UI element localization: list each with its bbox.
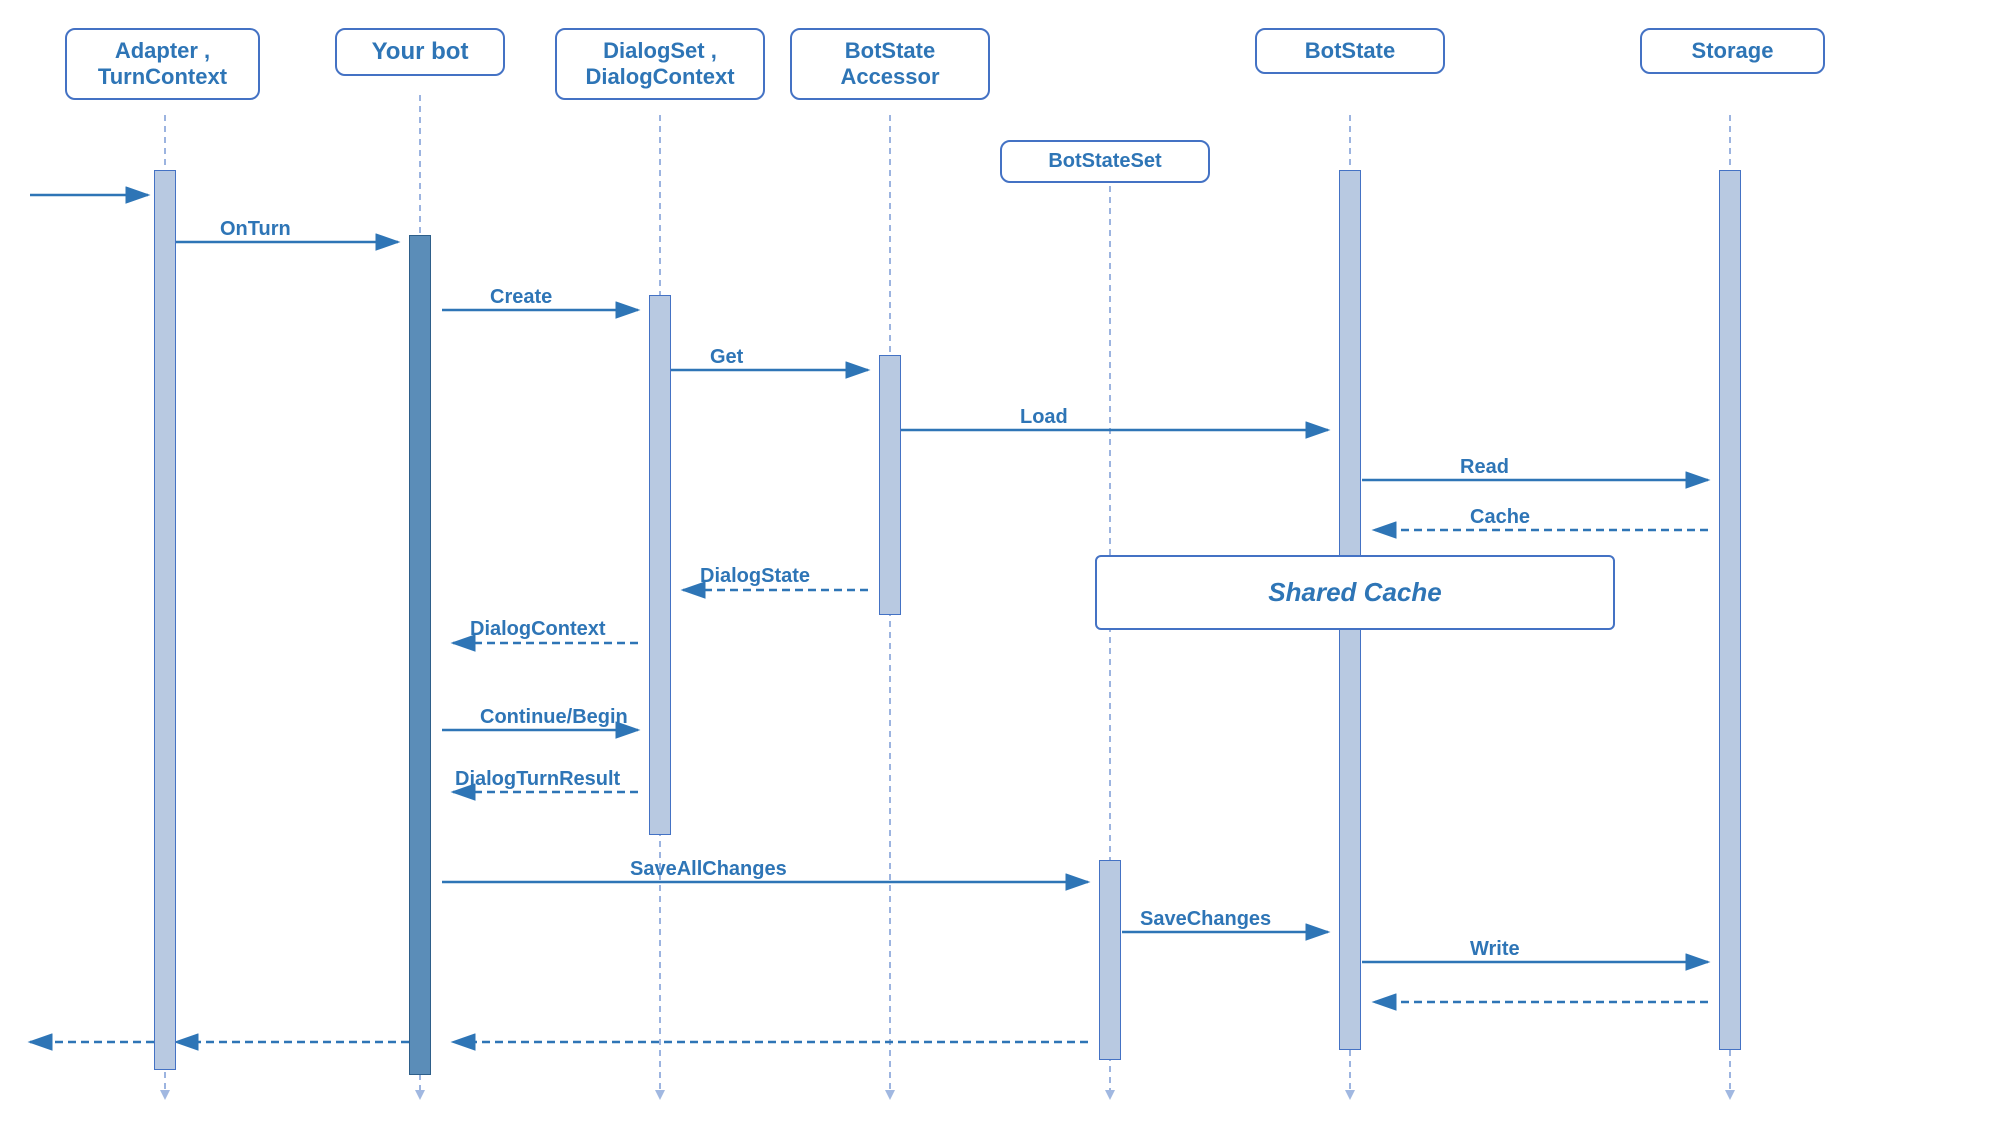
- activation-storage: [1719, 170, 1741, 1050]
- label-continue: Continue/Begin: [480, 706, 628, 729]
- label-onturn: OnTurn: [220, 218, 291, 241]
- label-dialogturnresult: DialogTurnResult: [455, 768, 620, 791]
- botstateset-label: BotStateSet: [1048, 150, 1161, 172]
- label-dialogstate: DialogState: [700, 565, 810, 588]
- label-get: Get: [710, 346, 743, 369]
- label-saveallchanges: SaveAllChanges: [630, 858, 787, 881]
- activation-botstate-acc: [879, 355, 901, 615]
- activation-adapter: [154, 170, 176, 1070]
- shared-cache-box: Shared Cache: [1095, 555, 1615, 630]
- label-create: Create: [490, 286, 552, 309]
- lane-adapter: Adapter , TurnContext: [65, 28, 260, 100]
- label-dialogcontext: DialogContext: [470, 618, 606, 641]
- label-read: Read: [1460, 456, 1509, 479]
- lane-botstateset: BotStateSet: [1000, 140, 1210, 183]
- sequence-diagram: Adapter , TurnContext Your bot DialogSet…: [0, 0, 2000, 1125]
- lane-botstate: BotState: [1255, 28, 1445, 74]
- lane-storage: Storage: [1640, 28, 1825, 74]
- label-load: Load: [1020, 406, 1068, 429]
- label-cache: Cache: [1470, 506, 1530, 529]
- activation-dialogset: [649, 295, 671, 835]
- label-savechanges: SaveChanges: [1140, 908, 1271, 931]
- lane-dialogset: DialogSet , DialogContext: [555, 28, 765, 100]
- lane-botstate-acc: BotState Accessor: [790, 28, 990, 100]
- activation-yourbot: [409, 235, 431, 1075]
- activation-botstateset: [1099, 860, 1121, 1060]
- label-write: Write: [1470, 938, 1520, 961]
- lane-yourbot: Your bot: [335, 28, 505, 76]
